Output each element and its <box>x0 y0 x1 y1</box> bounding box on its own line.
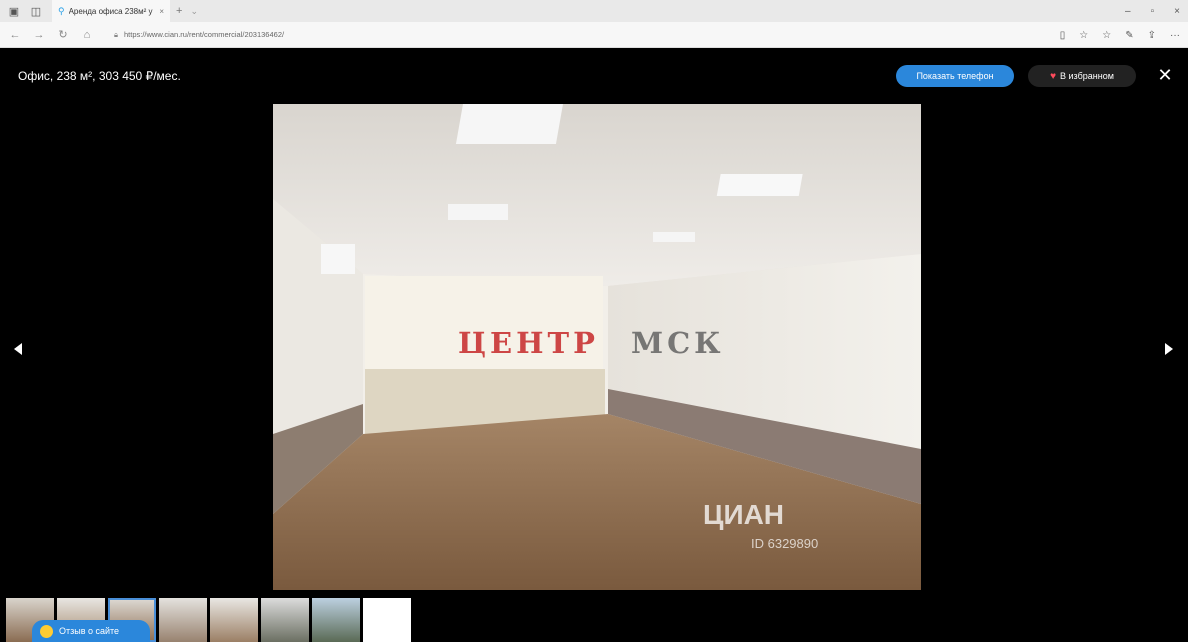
lock-icon: 🔒︎ <box>114 29 118 39</box>
favorite-label: В избранном <box>1060 71 1114 81</box>
home-icon[interactable]: ⌂ <box>78 29 96 41</box>
watermark-cian: ЦИАН <box>703 499 785 530</box>
tab-preview-icon[interactable]: ◫ <box>28 4 44 18</box>
maximize-icon[interactable]: ▫ <box>1151 6 1155 17</box>
main-photo: ЦЕНТР МСК ЦИАН ID 6329890 <box>273 104 921 590</box>
thumbnail-floor-plan[interactable] <box>363 598 411 642</box>
smile-icon <box>40 624 53 638</box>
watermark-listing-id: ID 6329890 <box>751 536 819 551</box>
listing-title: Офис, 238 м², 303 450 ₽/мес. <box>18 69 181 83</box>
window-close-icon[interactable]: × <box>1174 6 1180 17</box>
tab-list-icon[interactable]: ⌄ <box>190 6 198 17</box>
close-gallery-icon[interactable]: ✕ <box>1156 64 1174 86</box>
thumbnail[interactable] <box>210 598 258 642</box>
pen-icon[interactable]: ✎ <box>1125 30 1133 41</box>
address-bar-actions: ▯ ☆ ☆ ✎ ⇪ ··· <box>1060 22 1180 48</box>
url-field[interactable]: 🔒︎ https://www.cian.ru/rent/commercial/2… <box>114 30 284 40</box>
previous-photo-icon[interactable] <box>14 343 22 355</box>
refresh-icon[interactable]: ↻ <box>54 28 72 41</box>
feedback-button[interactable]: Отзыв о сайте <box>32 620 150 642</box>
tab-actions-icon[interactable]: ▣ <box>6 4 22 18</box>
share-icon[interactable]: ⇪ <box>1148 30 1156 41</box>
tab-close-icon[interactable]: × <box>159 7 164 16</box>
browser-tab-bar: ▣ ◫ ⚲ Аренда офиса 238м² у × + ⌄ – ▫ × <box>0 0 1188 22</box>
watermark-msk: МСК <box>631 326 725 360</box>
thumbnail[interactable] <box>312 598 360 642</box>
window-controls: – ▫ × <box>1125 0 1180 22</box>
tab-title: Аренда офиса 238м² у <box>68 6 153 16</box>
forward-icon[interactable]: → <box>30 29 48 41</box>
url-text: https://www.cian.ru/rent/commercial/2031… <box>124 30 285 39</box>
watermark-centr: ЦЕНТР <box>458 326 599 360</box>
heart-icon: ♥ <box>1050 70 1057 82</box>
browser-tab[interactable]: ⚲ Аренда офиса 238м² у × <box>52 0 170 22</box>
reading-view-icon[interactable]: ▯ <box>1060 30 1066 41</box>
show-phone-button[interactable]: Показать телефон <box>896 65 1014 87</box>
minimize-icon[interactable]: – <box>1125 6 1131 17</box>
thumbnail[interactable] <box>261 598 309 642</box>
feedback-label: Отзыв о сайте <box>59 626 120 636</box>
next-photo-icon[interactable] <box>1165 343 1173 355</box>
back-icon[interactable]: ← <box>6 29 24 41</box>
new-tab-button[interactable]: + <box>176 5 182 17</box>
thumbnail[interactable] <box>159 598 207 642</box>
favorite-button[interactable]: ♥ В избранном <box>1028 65 1136 87</box>
location-pin-icon: ⚲ <box>58 5 65 16</box>
more-icon[interactable]: ··· <box>1170 30 1180 41</box>
bookmark-star-icon[interactable]: ☆ <box>1079 30 1088 41</box>
favorites-icon[interactable]: ☆ <box>1102 30 1111 41</box>
address-bar: ← → ↻ ⌂ 🔒︎ https://www.cian.ru/rent/comm… <box>0 22 1188 48</box>
